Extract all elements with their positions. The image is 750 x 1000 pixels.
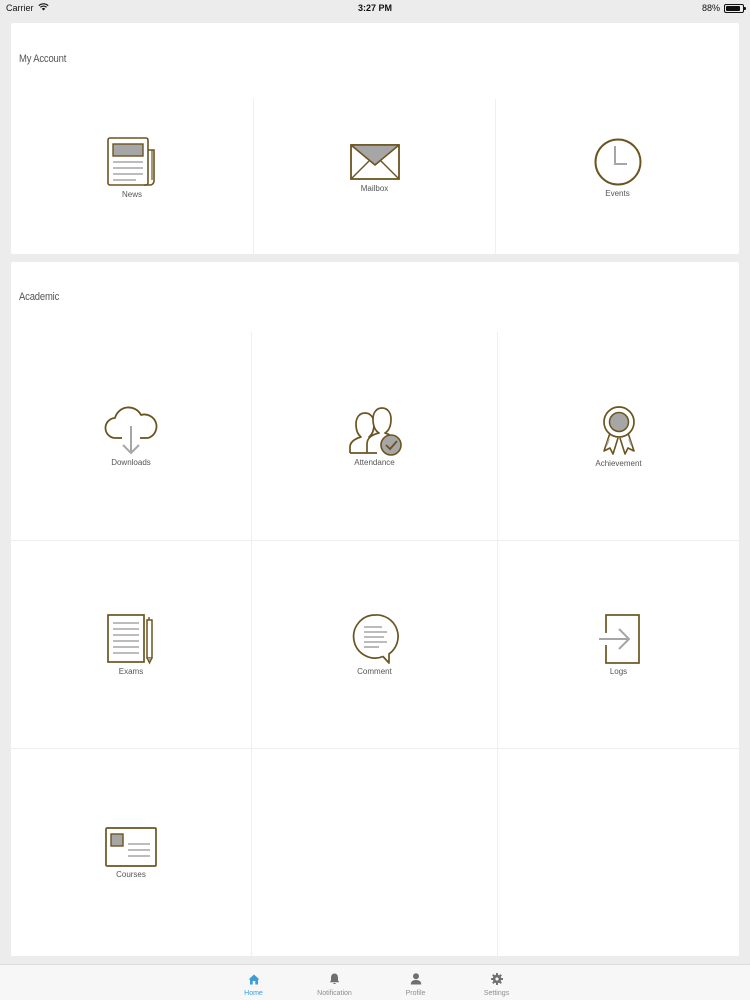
login-door-icon (596, 613, 642, 665)
tile-comment[interactable]: Comment (252, 541, 498, 749)
cloud-download-icon (104, 406, 158, 456)
status-left: Carrier (6, 3, 49, 13)
tile-label-comment: Comment (357, 667, 392, 676)
tab-profile[interactable]: Profile (375, 965, 456, 1000)
paper-pencil-icon (106, 613, 156, 665)
tile-label-attendance: Attendance (354, 457, 395, 467)
tile-label-news: News (121, 190, 142, 199)
tile-achievement[interactable]: Achievement (498, 332, 739, 541)
home-icon (248, 974, 260, 990)
empty-tile (498, 749, 739, 956)
battery-percent: 88% (701, 3, 720, 13)
tab-notification[interactable]: Notification (294, 965, 375, 1000)
tile-logs[interactable]: Logs (498, 541, 739, 749)
award-ribbon-icon (599, 405, 639, 457)
person-icon (410, 973, 422, 990)
status-right: 88% (701, 3, 746, 13)
status-time: 3:27 PM (357, 3, 392, 13)
my-account-title: My Account (19, 53, 67, 65)
my-account-card: My Account News Mailbox Events (11, 23, 739, 254)
tile-downloads[interactable]: Downloads (11, 332, 252, 541)
gear-icon (490, 973, 503, 990)
tab-label-home: Home (244, 990, 263, 997)
tile-mailbox[interactable]: Mailbox (254, 99, 496, 254)
tile-label-courses: Courses (116, 870, 146, 879)
battery-level (726, 5, 741, 11)
tab-home[interactable]: Home (213, 965, 294, 1000)
tab-label-settings: Settings (483, 990, 510, 997)
bell-icon (329, 973, 340, 990)
academic-grid: Downloads Attendance Achievement Exams C… (11, 332, 739, 956)
tile-label-exams: Exams (118, 667, 144, 676)
wifi-icon (37, 3, 49, 13)
speech-bubble-icon (351, 613, 399, 665)
tab-bar: Home Notification Profile Settings (0, 964, 750, 1000)
clock-icon (593, 137, 643, 187)
users-check-icon (347, 406, 403, 456)
battery-icon (724, 3, 746, 13)
tab-label-profile: Profile (405, 990, 426, 997)
newspaper-icon (106, 136, 158, 188)
status-bar: Carrier 3:27 PM 88% (0, 0, 750, 16)
tile-label-logs: Logs (609, 667, 628, 676)
tile-label-achievement: Achievement (595, 458, 642, 468)
academic-title: Academic (19, 291, 60, 303)
carrier-label: Carrier (6, 3, 34, 13)
id-card-icon (104, 826, 158, 868)
tile-events[interactable]: Events (496, 99, 739, 254)
tile-label-mailbox: Mailbox (360, 184, 389, 193)
tile-exams[interactable]: Exams (11, 541, 252, 749)
tile-courses[interactable]: Courses (11, 749, 252, 956)
tab-label-notification: Notification (317, 990, 352, 997)
envelope-icon (349, 142, 401, 182)
tile-label-downloads: Downloads (111, 457, 151, 467)
academic-card: Academic Downloads Attendance Achievemen… (11, 262, 739, 956)
tab-settings[interactable]: Settings (456, 965, 537, 1000)
tile-label-events: Events (605, 189, 630, 198)
tile-attendance[interactable]: Attendance (252, 332, 498, 541)
my-account-grid: News Mailbox Events (11, 99, 739, 254)
tile-news[interactable]: News (11, 99, 254, 254)
empty-tile (252, 749, 498, 956)
